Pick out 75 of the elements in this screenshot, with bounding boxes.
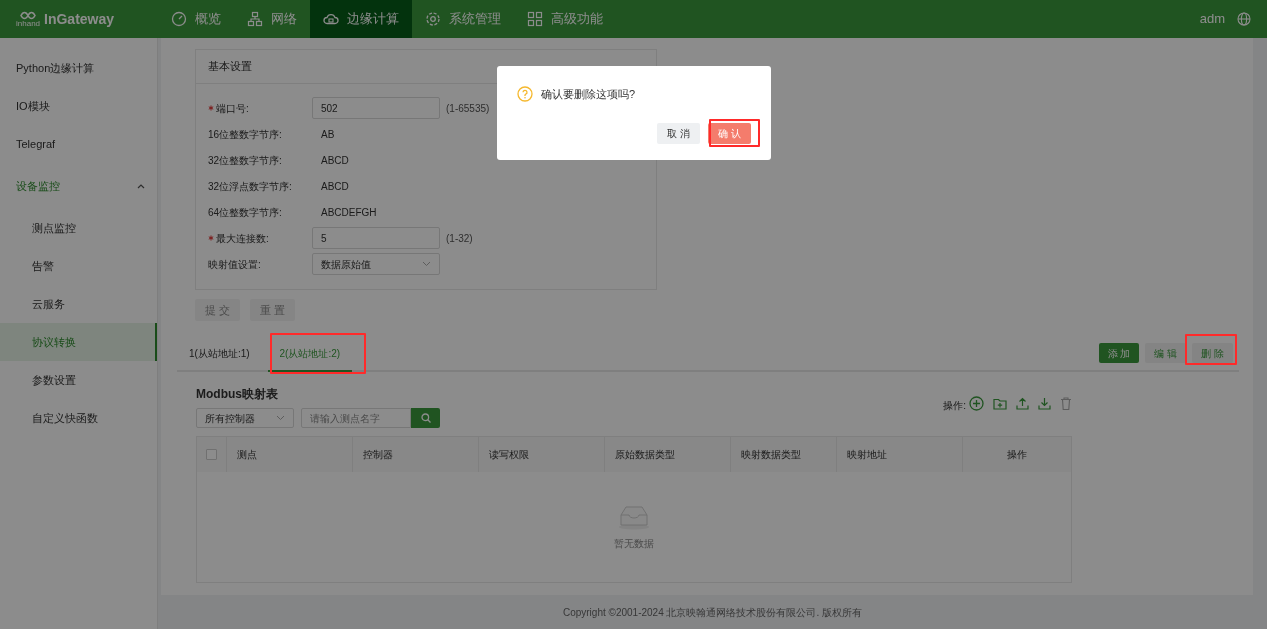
column-header: 映射地址 [837,437,963,472]
chevron-down-icon [422,261,431,267]
card-title: 基本设置 [208,59,252,75]
infinity-icon [18,10,38,20]
sidebar-item[interactable]: Telegraf [0,125,157,163]
grid-icon [527,11,543,27]
sidebar-item[interactable]: 测点监控 [0,209,157,247]
column-header: 读写权限 [479,437,605,472]
section-title: Modbus映射表 [196,386,279,403]
folder-plus-icon[interactable] [993,397,1007,410]
column-header: 原始数据类型 [605,437,731,472]
question-icon [517,86,533,103]
logo-text: InGateway [44,9,115,29]
range-hint: (1-32) [446,231,473,246]
nav-tab[interactable]: 系统管理 [412,0,514,38]
download-icon[interactable] [1038,397,1051,410]
cloud-icon [323,11,339,27]
field-label: 映射值设置: [208,257,261,272]
add-icon[interactable] [969,396,984,411]
field-label: 16位整数字节序: [208,127,282,142]
annotation-frame [709,119,760,147]
field-value: AB [320,127,336,142]
nav-tab[interactable]: 网络 [234,0,310,38]
chevron-down-icon [276,415,285,421]
field-label: 32位整数字节序: [208,153,282,168]
network-icon [247,11,263,27]
globe-icon[interactable] [1237,12,1251,26]
nav-tab[interactable]: 概览 [158,0,234,38]
action-button[interactable]: 编 辑 [1145,343,1187,363]
field-label: 最大连接数: [208,230,269,246]
sidebar-item[interactable]: 自定义快函数 [0,399,157,437]
field-label: 32位浮点数字节序: [208,179,292,194]
upload-icon[interactable] [1016,397,1029,410]
column-header: 测点 [227,437,353,472]
sidebar-item[interactable]: 设备监控 [0,163,157,209]
sidebar-item[interactable]: IO模块 [0,87,157,125]
action-button[interactable]: 添 加 [1098,343,1140,363]
field-label: 64位整数字节序: [208,205,282,220]
dialog-message: 确认要删除这项吗? [541,87,636,102]
nav-tab[interactable]: 高级功能 [514,0,616,38]
dialog-button[interactable]: 取 消 [657,123,701,144]
user-name[interactable]: adm [1199,9,1225,29]
action-button[interactable]: 删 除 [1192,343,1233,363]
empty-inbox-icon [617,503,651,530]
sidebar-item[interactable]: Python边缘计算 [0,49,157,87]
nav-tab[interactable]: 边缘计算 [310,0,412,38]
input-field[interactable]: 5 [312,227,440,249]
logo-subtext: inhand [16,19,41,28]
slave-tab[interactable]: 2(从站地址:2) [267,336,353,372]
gear-icon [425,11,441,27]
trash-icon[interactable] [1060,397,1072,410]
sidebar-item[interactable]: 告警 [0,247,157,285]
range-hint: (1-65535) [446,101,490,116]
sidebar-item[interactable]: 协议转换 [0,323,157,361]
column-header: 映射数据类型 [731,437,837,472]
field-label: 端口号: [208,100,249,116]
gauge-icon [171,11,187,27]
filter-select[interactable]: 所有控制器 [196,408,294,428]
search-icon [420,413,431,423]
column-header: 控制器 [353,437,479,472]
sidebar-item[interactable]: 参数设置 [0,361,157,399]
search-button[interactable] [411,408,440,428]
checkbox[interactable] [206,449,217,460]
select-field[interactable]: 数据原始值 [312,253,440,275]
actions-label: 操作: [943,399,966,413]
annotation-frame [1185,334,1237,365]
field-value: ABCDEFGH [320,205,378,220]
column-header: 操作 [1006,448,1028,462]
sidebar-item[interactable]: 云服务 [0,285,157,323]
input-field[interactable]: 502 [312,97,440,119]
field-value: ABCD [320,153,350,168]
slave-tab[interactable]: 1(从站地址:1) [177,336,262,372]
copyright-text: Copyright ©2001-2024 北京映翰通网络技术股份有限公司. 版权所有 [562,605,863,620]
dialog-button[interactable]: 确 认 [708,123,751,144]
field-value: ABCD [320,179,350,194]
